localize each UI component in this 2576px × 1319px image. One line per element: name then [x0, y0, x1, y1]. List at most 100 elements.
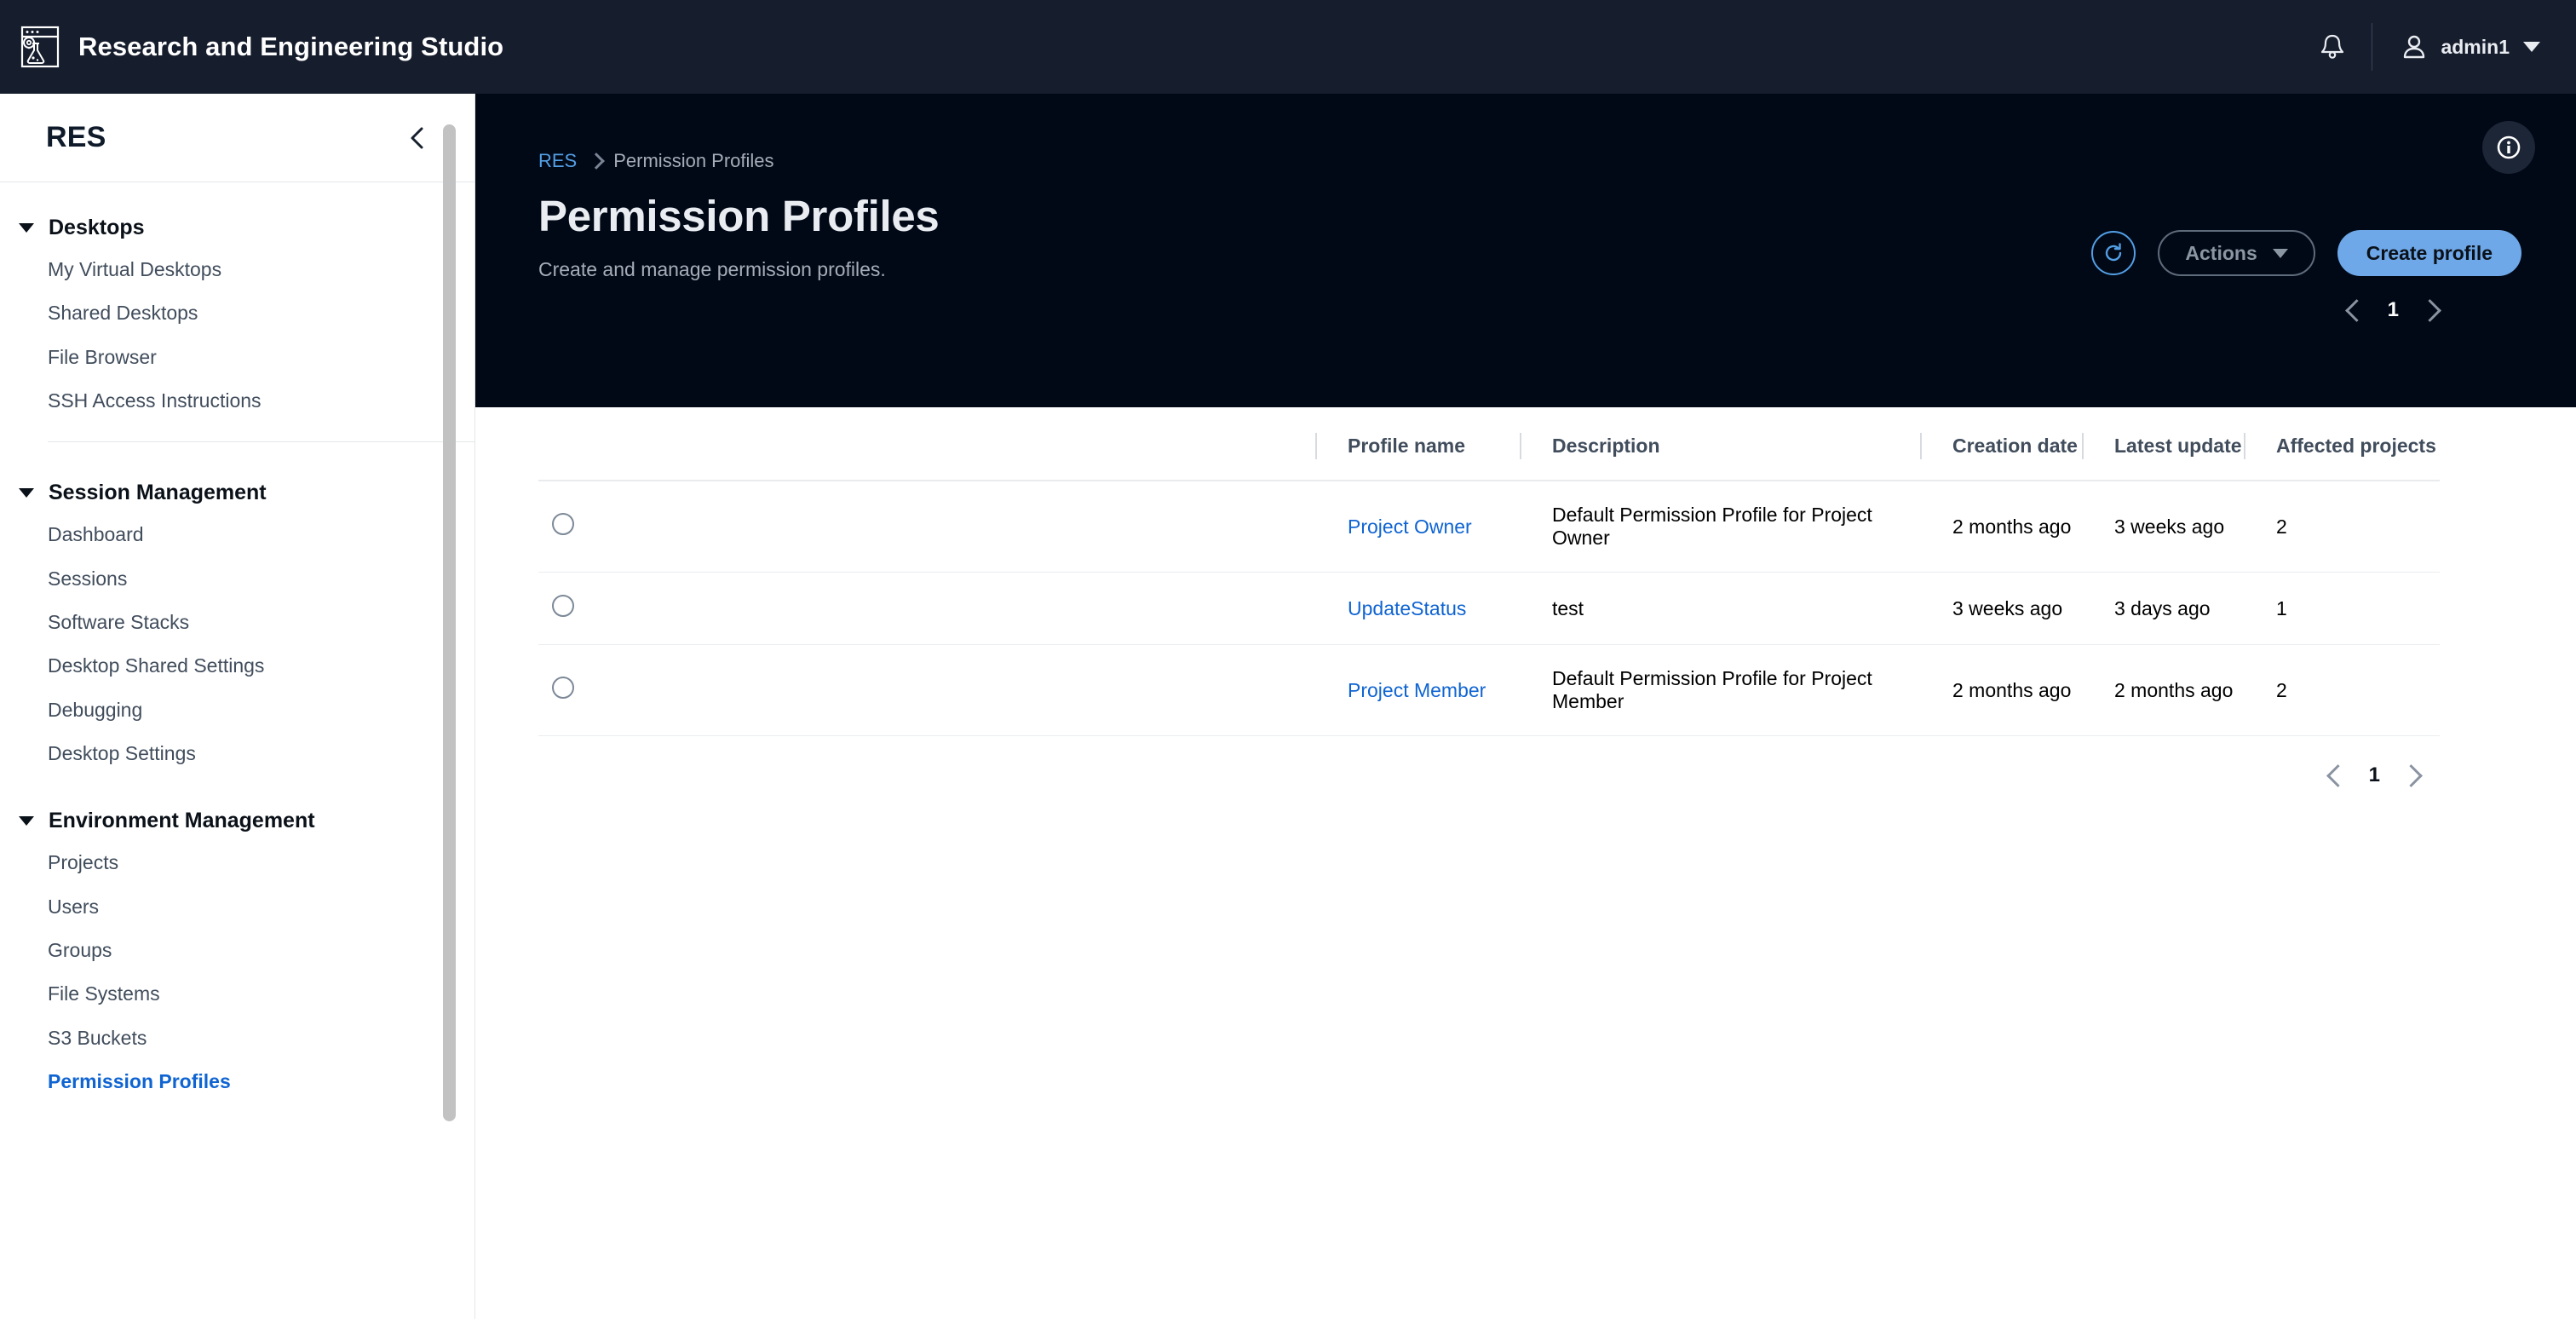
pagination-prev-button[interactable]	[2325, 764, 2347, 786]
cell-affected-projects: 2	[2244, 644, 2440, 736]
page-header-actions: Actions Create profile	[2091, 230, 2521, 281]
column-header-creation-date[interactable]: Creation date	[1920, 407, 2082, 481]
sidebar-header: RES	[0, 94, 474, 182]
row-radio-button[interactable]	[552, 595, 574, 617]
profile-name-link[interactable]: Project Owner	[1315, 516, 1520, 539]
cell-profile-name: Project Member	[1315, 644, 1520, 736]
sidebar-item-shared-desktops[interactable]: Shared Desktops	[0, 291, 474, 335]
res-browser-flask-gear-logo	[20, 26, 60, 68]
row-select-cell	[538, 644, 1315, 736]
permission-profiles-table: Profile name Description Creation date L…	[538, 407, 2440, 736]
sidebar-title: RES	[46, 121, 106, 153]
notifications-bell-icon	[2321, 34, 2344, 59]
sidebar-group-label: Desktops	[49, 216, 145, 239]
brand[interactable]: Research and Engineering Studio	[20, 26, 503, 68]
cell-profile-name: Project Owner	[1315, 481, 1520, 573]
sidebar-item-desktop-shared-settings[interactable]: Desktop Shared Settings	[0, 644, 474, 688]
sidebar-item-s3-buckets[interactable]: S3 Buckets	[0, 1017, 474, 1060]
info-circle-icon	[2497, 135, 2521, 159]
cell-creation-date: 2 months ago	[1920, 481, 2082, 573]
sidebar-divider	[48, 441, 474, 443]
sidebar-item-projects[interactable]: Projects	[0, 841, 474, 884]
cell-affected-projects: 2	[2244, 481, 2440, 573]
actions-button-label: Actions	[2185, 241, 2257, 264]
sidebar-group-desktops: Desktops My Virtual Desktops Shared Desk…	[0, 182, 474, 423]
cell-profile-name: UpdateStatus	[1315, 572, 1520, 645]
cell-description: test	[1520, 572, 1920, 645]
sidebar-group-header-session-management[interactable]: Session Management	[0, 473, 474, 513]
sidebar-item-ssh-access-instructions[interactable]: SSH Access Instructions	[0, 379, 474, 423]
sidebar-item-debugging[interactable]: Debugging	[0, 688, 474, 732]
table-row[interactable]: Project Member Default Permission Profil…	[538, 644, 2440, 736]
chevron-left-icon	[411, 127, 423, 148]
sidebar-group-header-environment-management[interactable]: Environment Management	[0, 801, 474, 841]
notifications-bell-button[interactable]	[2309, 23, 2356, 71]
pagination-top: 1	[538, 298, 2521, 322]
breadcrumb-item-res[interactable]: RES	[538, 150, 577, 172]
cell-description: Default Permission Profile for Project O…	[1520, 481, 1920, 573]
column-header-profile-name[interactable]: Profile name	[1315, 407, 1520, 481]
user-avatar-icon	[2404, 35, 2425, 59]
column-header-description[interactable]: Description	[1520, 407, 1920, 481]
cell-latest-update: 3 weeks ago	[2082, 481, 2244, 573]
chevron-down-icon	[2523, 42, 2540, 52]
sidebar-item-groups[interactable]: Groups	[0, 929, 474, 972]
actions-dropdown-button[interactable]: Actions	[2158, 230, 2315, 276]
table-body: Project Owner Default Permission Profile…	[538, 481, 2440, 736]
info-help-button[interactable]	[2482, 121, 2535, 174]
create-profile-button[interactable]: Create profile	[2337, 230, 2521, 276]
breadcrumb: RES Permission Profiles	[538, 150, 2521, 172]
triangle-down-icon	[19, 488, 34, 498]
sidebar-scrollbar-track[interactable]	[443, 94, 456, 1319]
cell-description: Default Permission Profile for Project M…	[1520, 644, 1920, 736]
user-menu[interactable]: admin1	[2398, 28, 2544, 66]
sidebar-item-desktop-settings[interactable]: Desktop Settings	[0, 732, 474, 775]
pagination-prev-button[interactable]	[2343, 299, 2366, 321]
sidebar-group-header-desktops[interactable]: Desktops	[0, 208, 474, 248]
sidebar-content: RES Desktops My Virtual Desktops Shared …	[0, 94, 474, 1319]
refresh-button[interactable]	[2091, 231, 2136, 275]
page-header-inner: RES Permission Profiles Permission Profi…	[475, 94, 2576, 322]
column-header-latest-update[interactable]: Latest update	[2082, 407, 2244, 481]
sidebar-group-label: Environment Management	[49, 809, 315, 833]
cell-creation-date: 2 months ago	[1920, 644, 2082, 736]
cell-affected-projects: 1	[2244, 572, 2440, 645]
main-content: RES Permission Profiles Permission Profi…	[475, 94, 2576, 1319]
table-row[interactable]: Project Owner Default Permission Profile…	[538, 481, 2440, 573]
app-shell: RES Desktops My Virtual Desktops Shared …	[0, 94, 2576, 1319]
page-header: RES Permission Profiles Permission Profi…	[475, 94, 2576, 407]
row-radio-button[interactable]	[552, 677, 574, 699]
chevron-right-icon	[590, 153, 600, 170]
cell-latest-update: 2 months ago	[2082, 644, 2244, 736]
table-header-row: Profile name Description Creation date L…	[538, 407, 2440, 481]
sidebar-item-my-virtual-desktops[interactable]: My Virtual Desktops	[0, 248, 474, 291]
sidebar-scrollbar-thumb[interactable]	[443, 124, 456, 1121]
sidebar-group-session-management: Session Management Dashboard Sessions So…	[0, 447, 474, 775]
cell-creation-date: 3 weeks ago	[1920, 572, 2082, 645]
sidebar-collapse-button[interactable]	[400, 119, 437, 157]
pagination-page-1[interactable]: 1	[2388, 298, 2399, 322]
pagination-next-button[interactable]	[2402, 764, 2424, 786]
sidebar-item-file-systems[interactable]: File Systems	[0, 972, 474, 1016]
profile-name-link[interactable]: UpdateStatus	[1315, 597, 1520, 620]
triangle-down-icon	[19, 223, 34, 233]
column-header-affected-projects[interactable]: Affected projects	[2244, 407, 2440, 481]
refresh-icon	[2106, 243, 2122, 262]
sidebar-item-file-browser[interactable]: File Browser	[0, 336, 474, 379]
sidebar-item-users[interactable]: Users	[0, 885, 474, 929]
row-radio-button[interactable]	[552, 513, 574, 535]
sidebar-item-sessions[interactable]: Sessions	[0, 557, 474, 601]
profile-name-link[interactable]: Project Member	[1315, 679, 1520, 702]
triangle-down-icon	[19, 816, 34, 827]
permission-profiles-table-container: Profile name Description Creation date L…	[475, 407, 2576, 787]
page-title-row: Permission Profiles Create and manage pe…	[538, 191, 2521, 281]
pagination-next-button[interactable]	[2421, 299, 2443, 321]
sidebar-item-software-stacks[interactable]: Software Stacks	[0, 601, 474, 644]
top-nav-right-cluster: admin1	[2309, 23, 2544, 71]
sidebar-item-permission-profiles[interactable]: Permission Profiles	[0, 1060, 474, 1103]
cell-latest-update: 3 days ago	[2082, 572, 2244, 645]
pagination-page-1[interactable]: 1	[2369, 763, 2380, 787]
page-title: Permission Profiles	[538, 192, 940, 240]
sidebar-item-dashboard[interactable]: Dashboard	[0, 513, 474, 556]
table-row[interactable]: UpdateStatus test 3 weeks ago 3 days ago…	[538, 572, 2440, 645]
